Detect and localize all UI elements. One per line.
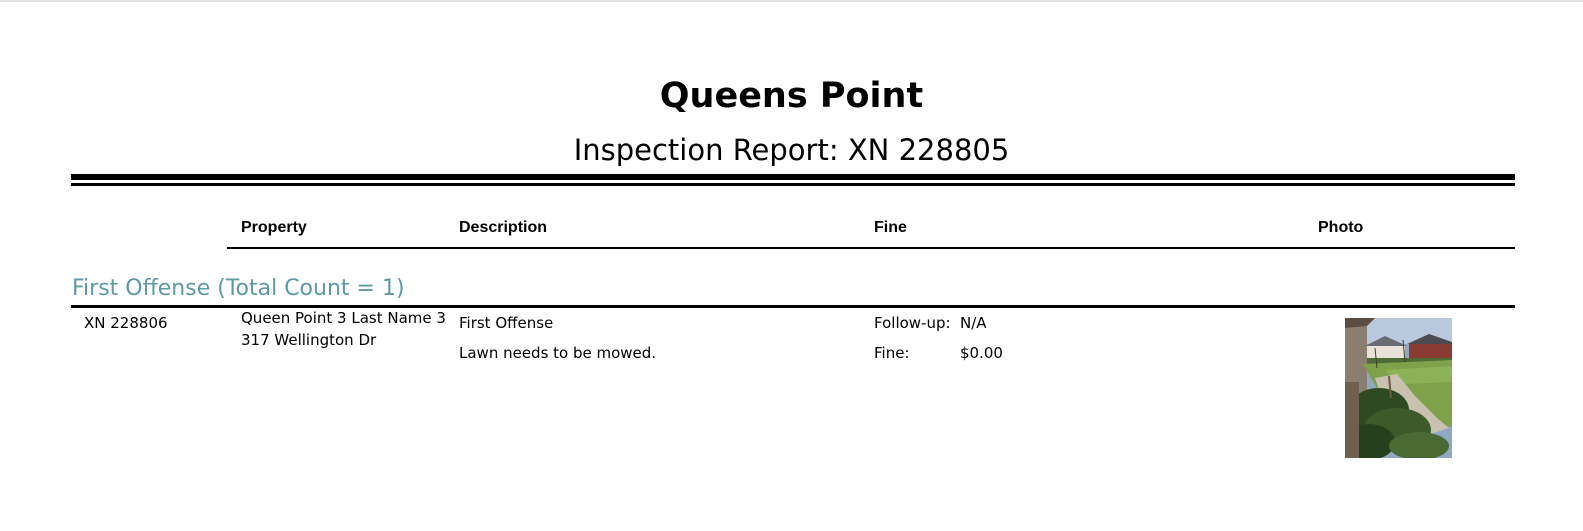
- page-top-border: [0, 0, 1583, 2]
- report-subtitle: Inspection Report: XN 228805: [573, 133, 1010, 167]
- column-header-property: Property: [241, 219, 307, 236]
- followup-value: N/A: [960, 314, 987, 332]
- record-id: XN 228806: [84, 314, 168, 332]
- inspection-photo[interactable]: [1345, 318, 1452, 458]
- title-rule-thin: [71, 183, 1515, 186]
- column-header-photo: Photo: [1318, 219, 1364, 236]
- property-address: 317 Wellington Dr: [241, 331, 377, 349]
- fine-value: $0.00: [960, 344, 1003, 362]
- lawn-photo-icon: [1345, 318, 1452, 458]
- offense-label: First Offense: [459, 314, 554, 332]
- header-rule: [227, 247, 1515, 249]
- followup-label: Follow-up:: [874, 314, 951, 332]
- column-header-fine: Fine: [874, 219, 907, 236]
- report-title: Queens Point: [659, 76, 924, 116]
- fine-label: Fine:: [874, 344, 910, 362]
- property-owner: Queen Point 3 Last Name 3: [241, 309, 446, 327]
- title-rule-thick: [71, 174, 1515, 180]
- violation-description: Lawn needs to be mowed.: [459, 344, 657, 362]
- group-heading: First Offense (Total Count = 1): [72, 276, 405, 301]
- column-header-description: Description: [459, 219, 548, 236]
